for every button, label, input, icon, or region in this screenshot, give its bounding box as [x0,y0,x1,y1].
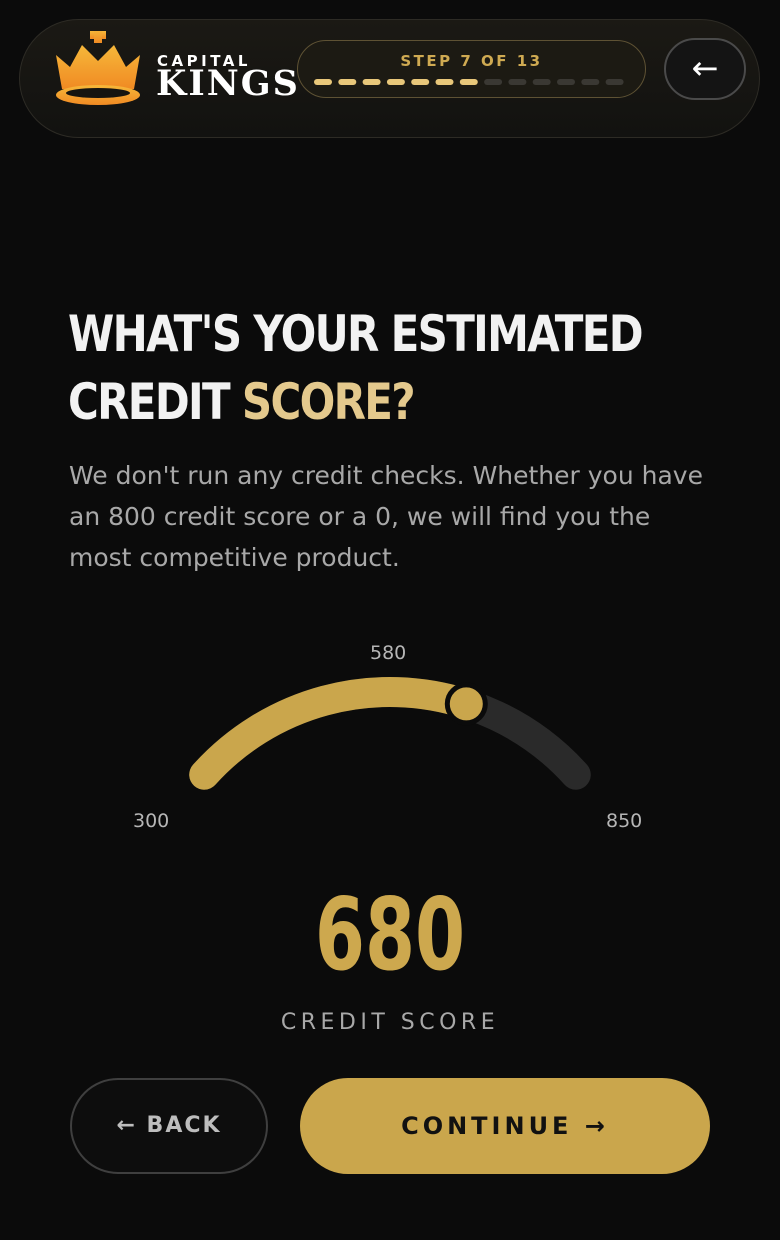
step-progress-bar [314,79,630,85]
gauge-max-label: 850 [606,810,643,832]
step-segment [411,79,430,85]
logo-text-bottom: KINGS [156,63,300,104]
step-segment [338,79,357,85]
crown-icon [56,31,140,105]
credit-score-gauge[interactable]: 300 580 850 [0,620,780,860]
arrow-left-icon: ← [691,49,719,87]
step-segment [484,79,503,85]
step-segment [435,79,454,85]
brand-logo[interactable]: CAPITAL KINGS [52,31,298,111]
step-segment [532,79,551,85]
step-segment [459,79,478,85]
title-accent: SCORE? [241,373,416,431]
step-segment [557,79,575,85]
step-segment [314,79,332,85]
step-segment [508,79,527,85]
back-button[interactable]: ← BACK [70,1078,268,1174]
header-bar: CAPITAL KINGS STEP 7 OF 13 ← [19,19,760,138]
header-back-button[interactable]: ← [664,38,746,100]
score-caption: CREDIT SCORE [280,1010,500,1035]
step-progress-indicator: STEP 7 OF 13 [297,40,646,98]
continue-button[interactable]: CONTINUE → [300,1078,710,1174]
question-subtitle: We don't run any credit checks. Whether … [69,461,703,572]
step-label: STEP 7 OF 13 [400,52,543,70]
score-value: 680 [314,876,466,993]
question-title: WHAT'S YOUR ESTIMATED CREDIT SCORE? [68,300,706,436]
step-segment [386,79,405,85]
gauge-mid-label: 580 [370,642,407,664]
gauge-fill [189,676,482,790]
step-segment [581,79,600,85]
step-segment [362,79,381,85]
step-segment [605,79,624,85]
gauge-min-label: 300 [133,810,170,832]
gauge-handle [444,682,488,726]
